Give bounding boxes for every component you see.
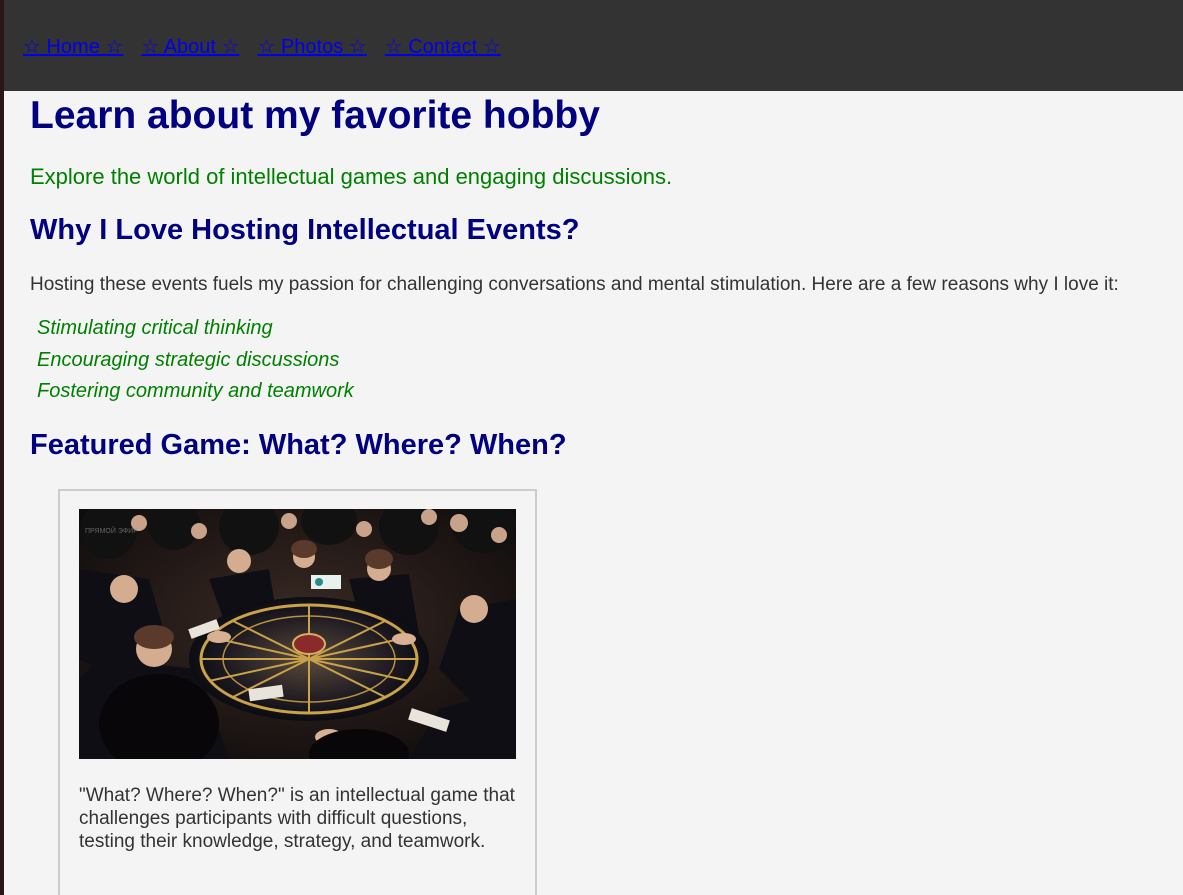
featured-game-description: "What? Where? When?" is an intellectual …	[79, 785, 515, 852]
page-subtitle: Explore the world of intellectual games …	[30, 164, 673, 189]
featured-heading: Featured Game: What? Where? When?	[30, 429, 567, 461]
reasons-list: Stimulating critical thinking Encouragin…	[37, 317, 354, 412]
top-navbar: ☆ Home ☆ ☆ About ☆ ☆ Photos ☆ ☆ Contact …	[4, 0, 1183, 91]
game-photo: ПРЯМОЙ ЭФИР	[79, 509, 516, 759]
why-intro: Hosting these events fuels my passion fo…	[30, 274, 1119, 295]
svg-text:ПРЯМОЙ ЭФИР: ПРЯМОЙ ЭФИР	[85, 526, 138, 535]
reason-item: Stimulating critical thinking	[37, 317, 273, 339]
why-heading: Why I Love Hosting Intellectual Events?	[30, 214, 580, 246]
nav-link-about[interactable]: ☆ About ☆	[141, 34, 239, 60]
nav-link-home[interactable]: ☆ Home ☆	[23, 34, 123, 60]
page-title: Learn about my favorite hobby	[30, 94, 600, 137]
nav-link-contact[interactable]: ☆ Contact ☆	[385, 34, 501, 60]
page: ☆ Home ☆ ☆ About ☆ ☆ Photos ☆ ☆ Contact …	[0, 0, 1183, 895]
nav-link-photos[interactable]: ☆ Photos ☆	[257, 34, 366, 60]
reason-item: Fostering community and teamwork	[37, 380, 354, 402]
reason-item: Encouraging strategic discussions	[37, 348, 340, 371]
nav-list: ☆ Home ☆ ☆ About ☆ ☆ Photos ☆ ☆ Contact …	[23, 34, 519, 60]
featured-game-card: ПРЯМОЙ ЭФИР "What? Where? When?" is an i…	[58, 489, 537, 895]
